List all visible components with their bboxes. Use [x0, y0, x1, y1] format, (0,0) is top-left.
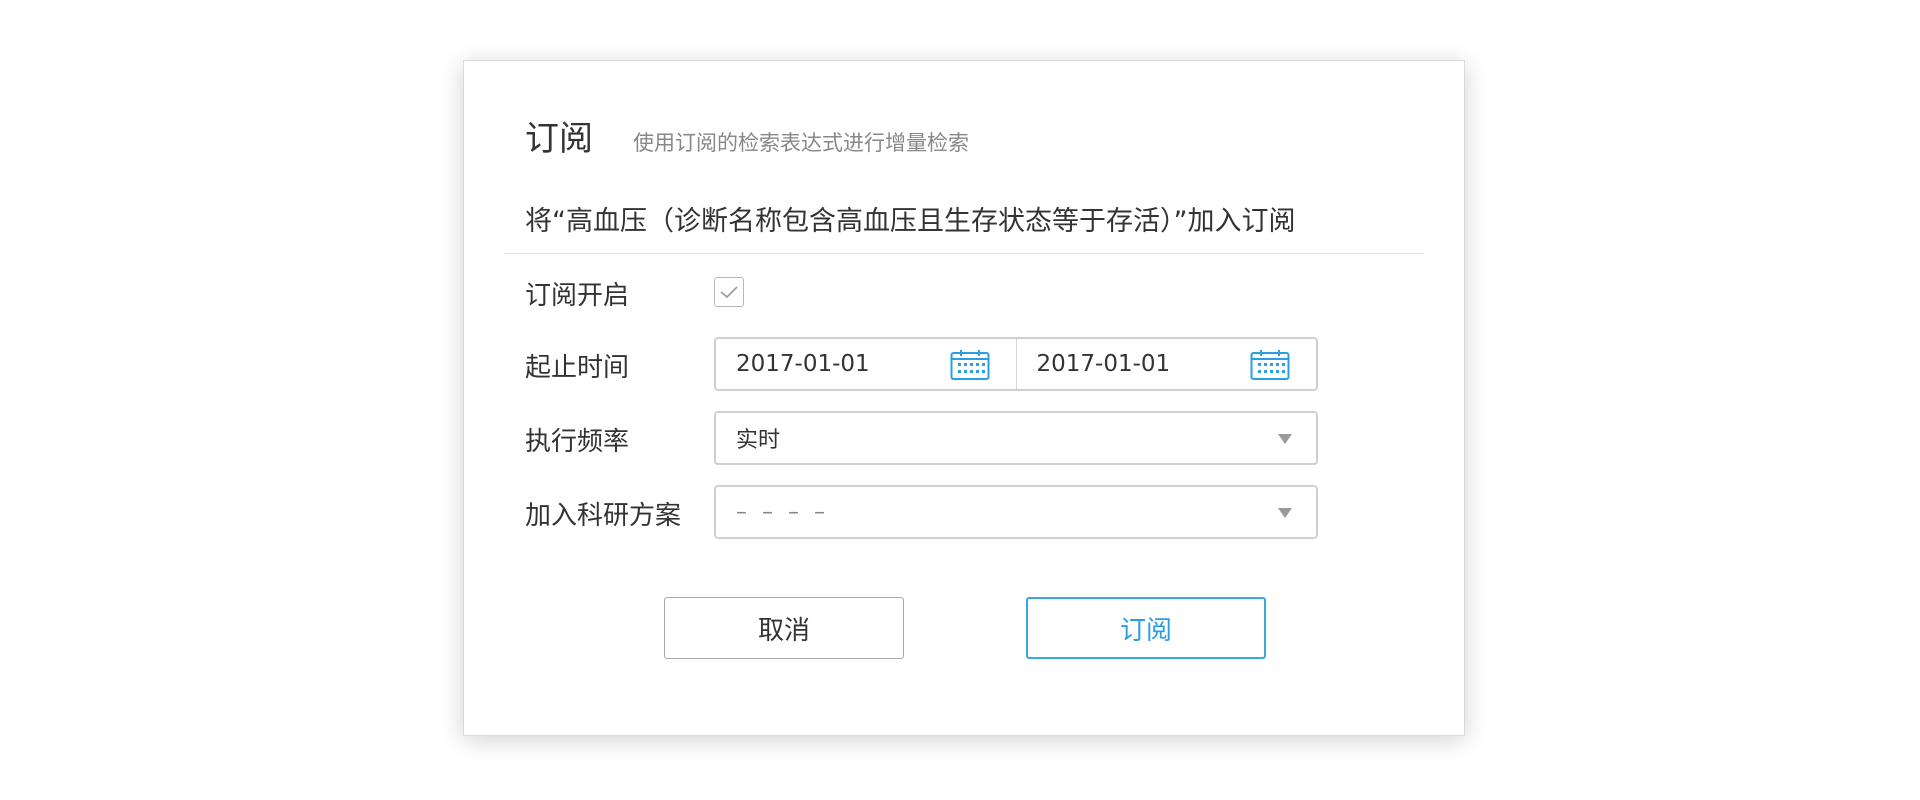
chevron-down-icon [1278, 508, 1292, 518]
calendar-icon[interactable] [1250, 349, 1290, 381]
research-plan-value: – – – – [736, 499, 829, 525]
frequency-value: 实时 [736, 428, 781, 453]
frequency-select[interactable]: 实时 [714, 411, 1318, 465]
divider [504, 253, 1424, 254]
cancel-button[interactable]: 取消 [664, 597, 904, 659]
frequency-label: 执行频率 [525, 427, 630, 457]
subscribe-enabled-label: 订阅开启 [525, 281, 630, 311]
start-date-input[interactable]: 2017-01-01 [716, 339, 1016, 389]
research-plan-label: 加入科研方案 [525, 501, 682, 531]
date-range-label: 起止时间 [525, 353, 630, 383]
checkmark-icon [720, 286, 738, 299]
chevron-down-icon [1278, 434, 1292, 444]
calendar-icon[interactable] [950, 349, 990, 381]
end-date-value: 2017-01-01 [1036, 351, 1171, 377]
date-range-picker: 2017-01-01 2017-01-01 [714, 337, 1318, 391]
start-date-value: 2017-01-01 [736, 351, 870, 377]
research-plan-select[interactable]: – – – – [714, 485, 1318, 539]
subscribe-dialog: 订阅 使用订阅的检索表达式进行增量检索 将“高血压（诊断名称包含高血压且生存状态… [463, 60, 1465, 736]
subscribe-button[interactable]: 订阅 [1026, 597, 1266, 659]
dialog-subtitle: 使用订阅的检索表达式进行增量检索 [633, 131, 969, 155]
subscribe-enabled-checkbox[interactable] [714, 277, 744, 307]
subscription-notice: 将“高血压（诊断名称包含高血压且生存状态等于存活）”加入订阅 [525, 206, 1296, 237]
dialog-title: 订阅 [525, 119, 593, 159]
dialog-header: 订阅 使用订阅的检索表达式进行增量检索 [525, 111, 969, 160]
end-date-input[interactable]: 2017-01-01 [1015, 339, 1317, 389]
